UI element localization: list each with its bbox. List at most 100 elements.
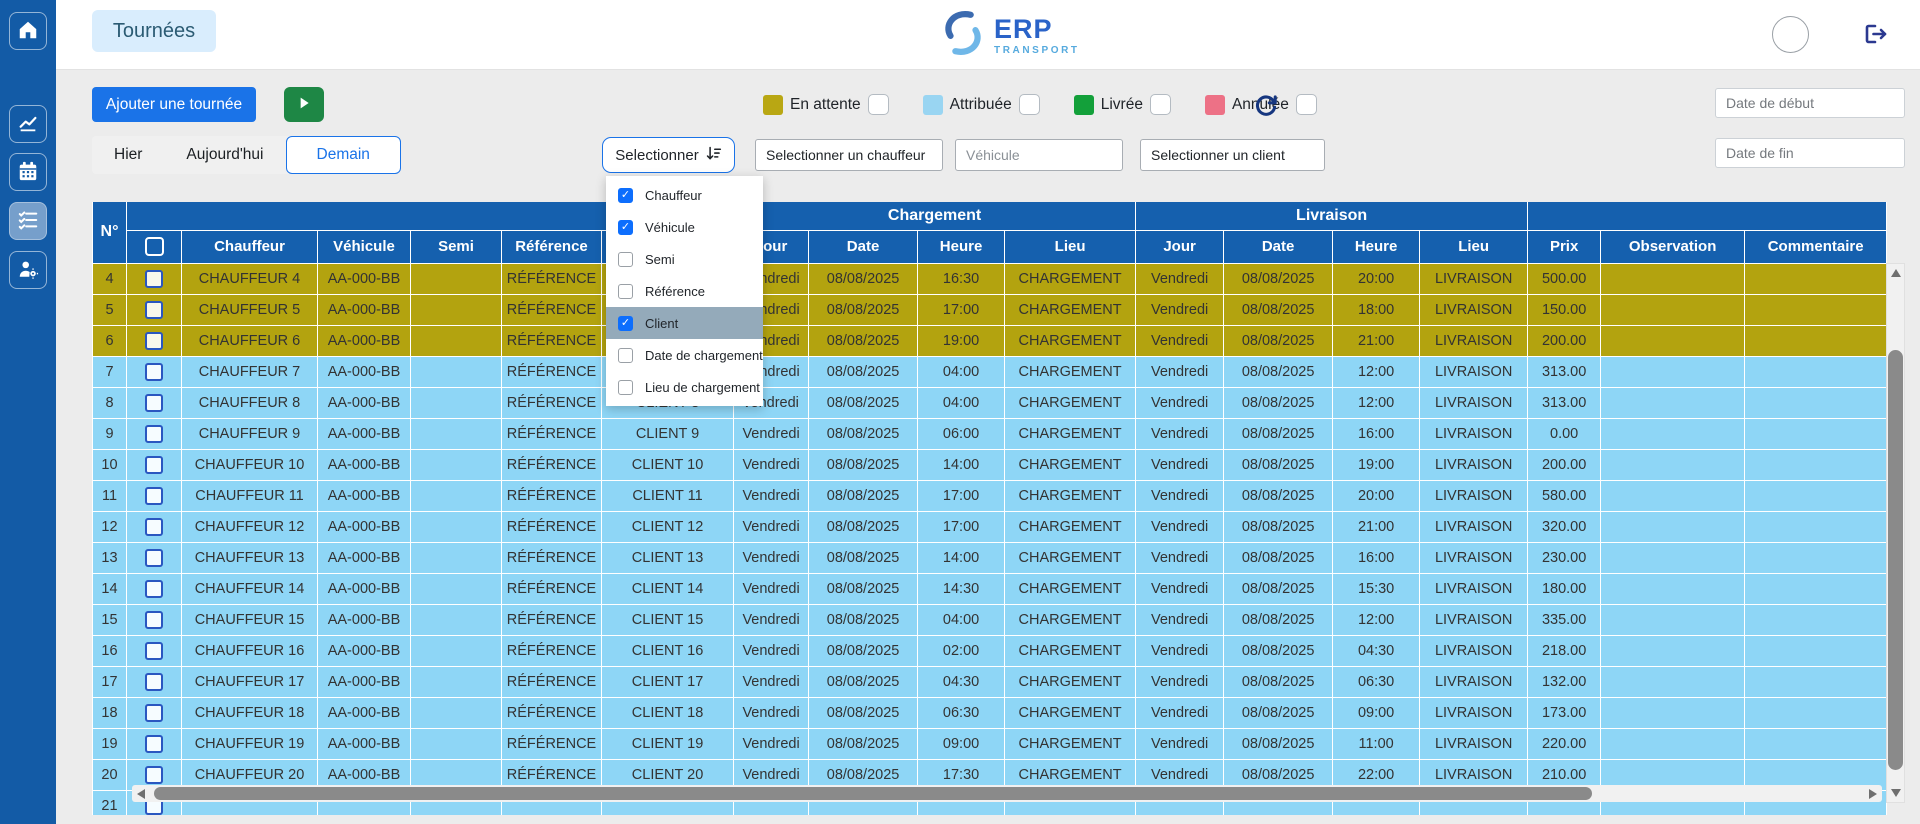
add-tour-button[interactable]: Ajouter une tournée	[92, 87, 256, 122]
table-row[interactable]: 9CHAUFFEUR 9AA-000-BBRÉFÉRENCECLIENT 9Ve…	[93, 418, 1887, 449]
select-all-checkbox[interactable]	[145, 237, 164, 256]
vehicule-filter-input[interactable]	[955, 139, 1123, 171]
table-row[interactable]: 8CHAUFFEUR 8AA-000-BBRÉFÉRENCECLIENT 8ve…	[93, 387, 1887, 418]
cell-c_date: 08/08/2025	[809, 325, 918, 356]
row-checkbox[interactable]	[145, 425, 163, 443]
avatar[interactable]	[1772, 16, 1809, 53]
row-checkbox[interactable]	[145, 735, 163, 753]
play-button[interactable]	[284, 87, 324, 122]
row-checkbox[interactable]	[145, 394, 163, 412]
table-row[interactable]: 10CHAUFFEUR 10AA-000-BBRÉFÉRENCECLIENT 1…	[93, 449, 1887, 480]
row-checkbox[interactable]	[145, 363, 163, 381]
dropdown-item[interactable]: ✓Client	[606, 307, 763, 339]
unchecked-checkbox[interactable]	[618, 348, 633, 363]
sidebar-item-stats[interactable]	[9, 105, 47, 143]
vertical-scroll-thumb[interactable]	[1888, 350, 1903, 770]
table-row[interactable]: 13CHAUFFEUR 13AA-000-BBRÉFÉRENCECLIENT 1…	[93, 542, 1887, 573]
table-row[interactable]: 19CHAUFFEUR 19AA-000-BBRÉFÉRENCECLIENT 1…	[93, 728, 1887, 759]
sidebar-item-planning[interactable]	[9, 153, 47, 191]
cell-l_lieu: LIVRAISON	[1420, 263, 1528, 294]
cell-l_lieu: LIVRAISON	[1420, 666, 1528, 697]
tab-demain[interactable]: Demain	[286, 136, 401, 174]
row-checkbox-cell	[127, 666, 182, 697]
table-row[interactable]: 11CHAUFFEUR 11AA-000-BBRÉFÉRENCECLIENT 1…	[93, 480, 1887, 511]
legend-checkbox[interactable]	[1019, 94, 1040, 115]
tab-hier[interactable]: Hier	[92, 136, 164, 174]
date-end-input[interactable]	[1715, 138, 1905, 168]
row-number: 5	[93, 294, 127, 325]
vertical-scrollbar[interactable]	[1886, 263, 1905, 803]
row-checkbox[interactable]	[145, 673, 163, 691]
cell-commentaire	[1745, 728, 1887, 759]
cell-client: CLIENT 16	[602, 635, 734, 666]
table-row[interactable]: 12CHAUFFEUR 12AA-000-BBRÉFÉRENCECLIENT 1…	[93, 511, 1887, 542]
date-start-input[interactable]	[1715, 88, 1905, 118]
cell-l_date: 08/08/2025	[1224, 511, 1333, 542]
chauffeur-filter-input[interactable]	[755, 139, 943, 171]
cell-vehicule: AA-000-BB	[318, 635, 411, 666]
refresh-icon	[1253, 106, 1279, 121]
scroll-up-arrow[interactable]	[1891, 269, 1901, 277]
table-row[interactable]: 17CHAUFFEUR 17AA-000-BBRÉFÉRENCECLIENT 1…	[93, 666, 1887, 697]
cell-chauffeur: CHAUFFEUR 18	[182, 697, 318, 728]
client-filter-input[interactable]	[1140, 139, 1325, 171]
dropdown-item-label: Semi	[645, 252, 675, 267]
scroll-left-arrow[interactable]	[137, 789, 145, 799]
scroll-right-arrow[interactable]	[1869, 789, 1877, 799]
dropdown-item[interactable]: ✓Chauffeur	[606, 179, 763, 211]
sidebar-item-home[interactable]	[9, 12, 47, 50]
cell-client: CLIENT 15	[602, 604, 734, 635]
dropdown-item[interactable]: Référence	[606, 275, 763, 307]
sidebar-item-chauffeurs[interactable]	[9, 251, 47, 289]
table-row[interactable]: 7CHAUFFEUR 7AA-000-BBRÉFÉRENCECLIENT 7Ve…	[93, 356, 1887, 387]
checked-checkbox[interactable]: ✓	[618, 220, 633, 235]
cell-semi	[411, 573, 502, 604]
row-number: 11	[93, 480, 127, 511]
scroll-down-arrow[interactable]	[1891, 789, 1901, 797]
refresh-button[interactable]	[1252, 92, 1280, 120]
row-checkbox[interactable]	[145, 766, 163, 784]
horizontal-scrollbar[interactable]	[132, 785, 1882, 802]
cell-l_jour: Vendredi	[1136, 418, 1224, 449]
row-checkbox[interactable]	[145, 611, 163, 629]
legend-checkbox[interactable]	[868, 94, 889, 115]
row-checkbox[interactable]	[145, 456, 163, 474]
checked-checkbox[interactable]: ✓	[618, 188, 633, 203]
table-row[interactable]: 16CHAUFFEUR 16AA-000-BBRÉFÉRENCECLIENT 1…	[93, 635, 1887, 666]
dropdown-item[interactable]: Semi	[606, 243, 763, 275]
logo-subtext: TRANSPORT	[994, 46, 1080, 56]
sidebar-item-tournees[interactable]	[9, 202, 47, 240]
unchecked-checkbox[interactable]	[618, 380, 633, 395]
logout-button[interactable]	[1862, 22, 1890, 48]
table-row[interactable]: 5CHAUFFEUR 5AA-000-BBRÉFÉRENCECLIENT 5Ve…	[93, 294, 1887, 325]
legend-checkbox[interactable]	[1150, 94, 1171, 115]
row-checkbox[interactable]	[145, 518, 163, 536]
dropdown-item[interactable]: ✓Véhicule	[606, 211, 763, 243]
cell-c_heure: 14:00	[918, 542, 1005, 573]
row-checkbox[interactable]	[145, 549, 163, 567]
horizontal-scroll-thumb[interactable]	[154, 787, 1592, 800]
cell-observation	[1601, 418, 1745, 449]
table-row[interactable]: 14CHAUFFEUR 14AA-000-BBRÉFÉRENCECLIENT 1…	[93, 573, 1887, 604]
unchecked-checkbox[interactable]	[618, 252, 633, 267]
row-checkbox[interactable]	[145, 580, 163, 598]
legend-checkbox[interactable]	[1296, 94, 1317, 115]
row-checkbox[interactable]	[145, 642, 163, 660]
table-row[interactable]: 4CHAUFFEUR 4AA-000-BBRÉFÉRENCECLIENT 4Ve…	[93, 263, 1887, 294]
row-checkbox[interactable]	[145, 487, 163, 505]
table-row[interactable]: 15CHAUFFEUR 15AA-000-BBRÉFÉRENCECLIENT 1…	[93, 604, 1887, 635]
cell-l_date: 08/08/2025	[1224, 263, 1333, 294]
row-checkbox[interactable]	[145, 332, 163, 350]
column-select-button[interactable]: Selectionner	[602, 137, 735, 173]
row-checkbox[interactable]	[145, 301, 163, 319]
tab-aujourdhui[interactable]: Aujourd'hui	[164, 136, 285, 174]
table-row[interactable]: 6CHAUFFEUR 6AA-000-BBRÉFÉRENCECLIENT 6Ve…	[93, 325, 1887, 356]
row-checkbox[interactable]	[145, 704, 163, 722]
table-row[interactable]: 18CHAUFFEUR 18AA-000-BBRÉFÉRENCECLIENT 1…	[93, 697, 1887, 728]
unchecked-checkbox[interactable]	[618, 284, 633, 299]
dropdown-item-label: Lieu de chargement	[645, 380, 760, 395]
dropdown-item[interactable]: Date de chargement	[606, 339, 763, 371]
dropdown-item[interactable]: Lieu de chargement	[606, 371, 763, 403]
checked-checkbox[interactable]: ✓	[618, 316, 633, 331]
row-checkbox[interactable]	[145, 270, 163, 288]
